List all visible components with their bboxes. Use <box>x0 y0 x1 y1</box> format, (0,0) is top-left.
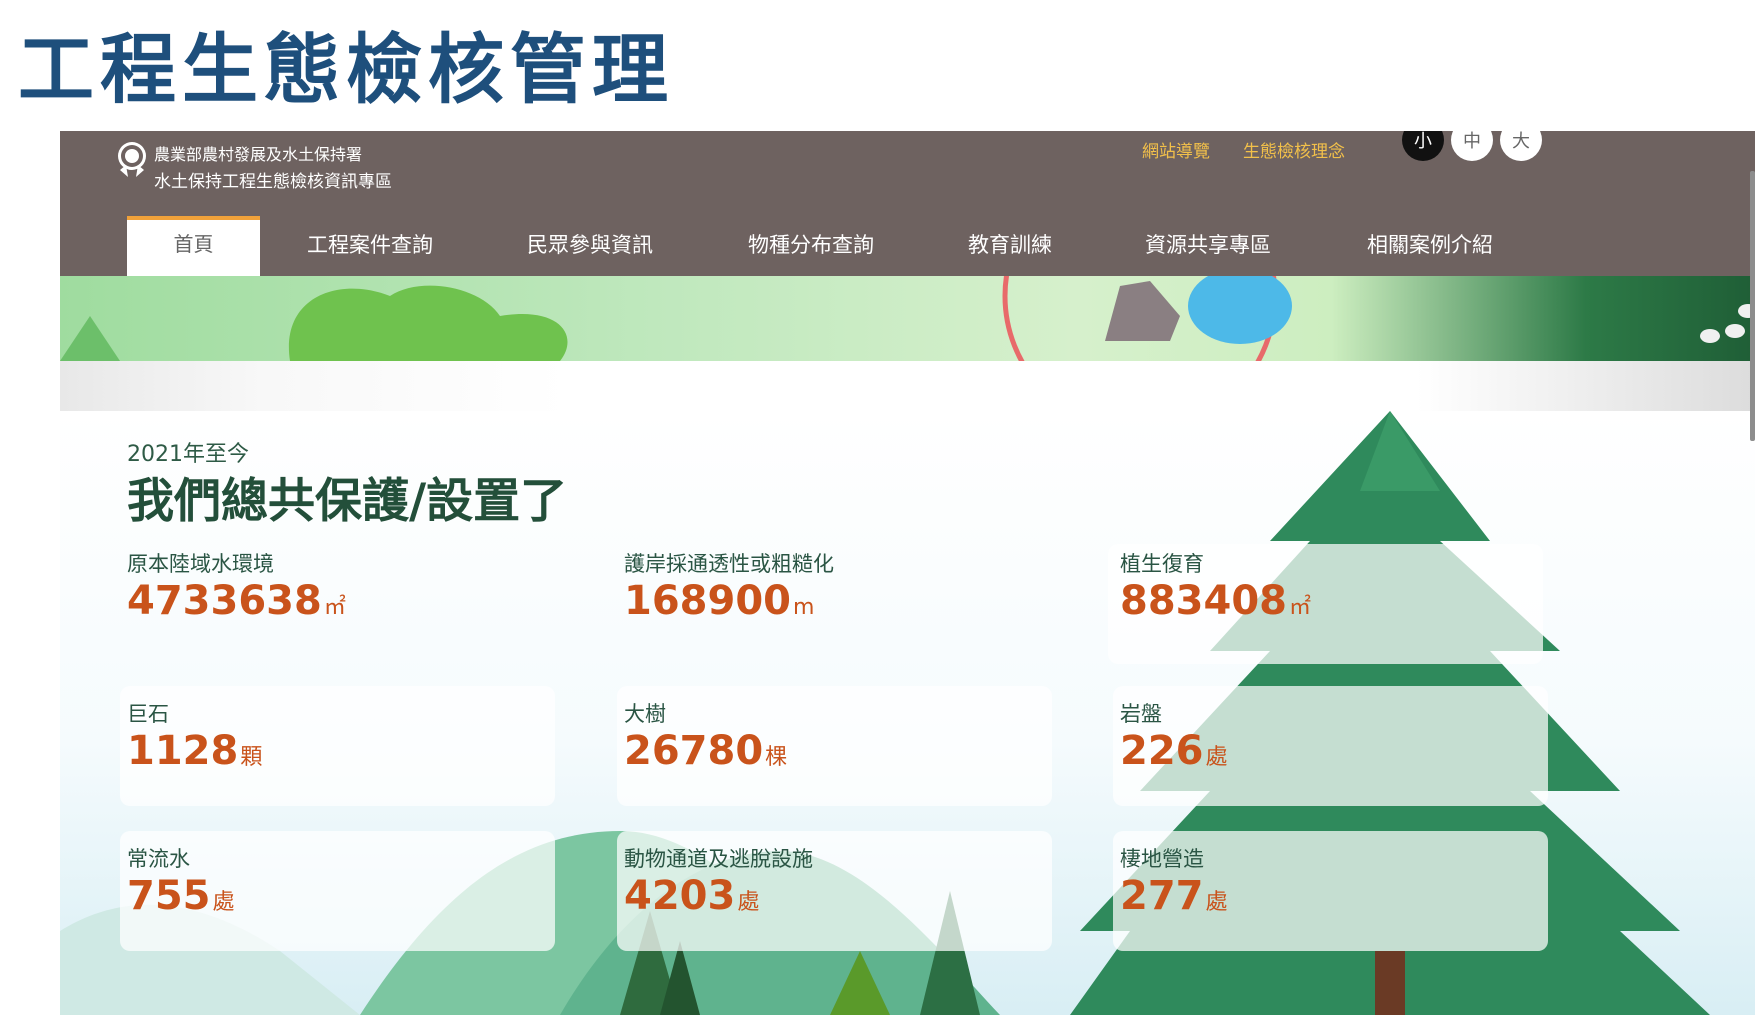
sitemap-link[interactable]: 網站導覽 <box>1142 137 1210 162</box>
eco-check-concept-link[interactable]: 生態檢核理念 <box>1243 137 1345 162</box>
stat-value: 883408㎡ <box>1120 578 1312 624</box>
font-size-large-button[interactable]: 大 <box>1500 131 1542 161</box>
nav-item-related-cases[interactable]: 相關案例介紹 <box>1367 229 1493 259</box>
font-size-medium-button[interactable]: 中 <box>1451 131 1493 161</box>
slide-title: 工程生態檢核管理 <box>18 25 674 114</box>
stat-label: 原本陸域水環境 <box>127 552 274 576</box>
org-name[interactable]: 農業部農村發展及水土保持署 <box>154 141 362 165</box>
stat-value: 1128顆 <box>127 728 263 774</box>
stat-value: 755處 <box>127 873 235 919</box>
stat-label: 棲地營造 <box>1120 847 1204 871</box>
stat-card-large-trees: 大樹 26780棵 <box>617 686 1052 806</box>
font-size-small-button[interactable]: 小 <box>1402 131 1444 161</box>
stat-card-animal-passages: 動物通道及逃脫設施 4203處 <box>617 831 1052 951</box>
banner-divider <box>60 361 1755 411</box>
stat-value: 168900m <box>624 578 815 624</box>
stat-label: 植生復育 <box>1120 552 1204 576</box>
stat-label: 岩盤 <box>1120 702 1162 726</box>
vertical-scrollbar[interactable] <box>1750 171 1755 441</box>
stat-value: 4203處 <box>624 873 760 919</box>
stat-card-perennial-flow: 常流水 755處 <box>120 831 555 951</box>
stat-value: 26780棵 <box>624 728 788 774</box>
stat-card-boulders: 巨石 1128顆 <box>120 686 555 806</box>
site-name[interactable]: 水土保持工程生態檢核資訊專區 <box>154 167 392 192</box>
stat-value: 277處 <box>1120 873 1228 919</box>
stat-label: 大樹 <box>624 702 666 726</box>
agency-logo-icon <box>118 142 146 177</box>
stat-card-habitat-creation: 棲地營造 277處 <box>1113 831 1548 951</box>
stat-label: 動物通道及逃脫設施 <box>624 847 813 871</box>
stat-card-bedrock: 岩盤 226處 <box>1113 686 1548 806</box>
stat-label: 護岸採通透性或粗糙化 <box>624 552 834 576</box>
stat-value: 226處 <box>1120 728 1228 774</box>
nav-item-species-distribution[interactable]: 物種分布查詢 <box>748 229 874 259</box>
hero-banner-image <box>60 276 1755 361</box>
site-header: 農業部農村發展及水土保持署 水土保持工程生態檢核資訊專區 網站導覽 生態檢核理念… <box>60 131 1755 276</box>
nav-item-resource-sharing[interactable]: 資源共享專區 <box>1145 229 1271 259</box>
stats-headline: 我們總共保護/設置了 <box>127 474 568 529</box>
stat-label: 常流水 <box>127 847 190 871</box>
nav-item-project-search[interactable]: 工程案件查詢 <box>307 229 433 259</box>
website-screenshot: 農業部農村發展及水土保持署 水土保持工程生態檢核資訊專區 網站導覽 生態檢核理念… <box>60 131 1755 1015</box>
nav-item-public-participation[interactable]: 民眾參與資訊 <box>527 229 653 259</box>
stat-card-permeable-revetment: 護岸採通透性或粗糙化 168900m <box>612 536 1047 656</box>
stat-card-land-water-environment: 原本陸域水環境 4733638㎡ <box>115 536 550 656</box>
stat-value: 4733638㎡ <box>127 578 346 624</box>
stat-label: 巨石 <box>127 702 169 726</box>
main-nav: 工程案件查詢 民眾參與資訊 物種分布查詢 教育訓練 資源共享專區 相關案例介紹 <box>60 211 1755 276</box>
stat-card-vegetation-restoration: 植生復育 883408㎡ <box>1108 544 1543 664</box>
nav-item-education-training[interactable]: 教育訓練 <box>968 229 1052 259</box>
